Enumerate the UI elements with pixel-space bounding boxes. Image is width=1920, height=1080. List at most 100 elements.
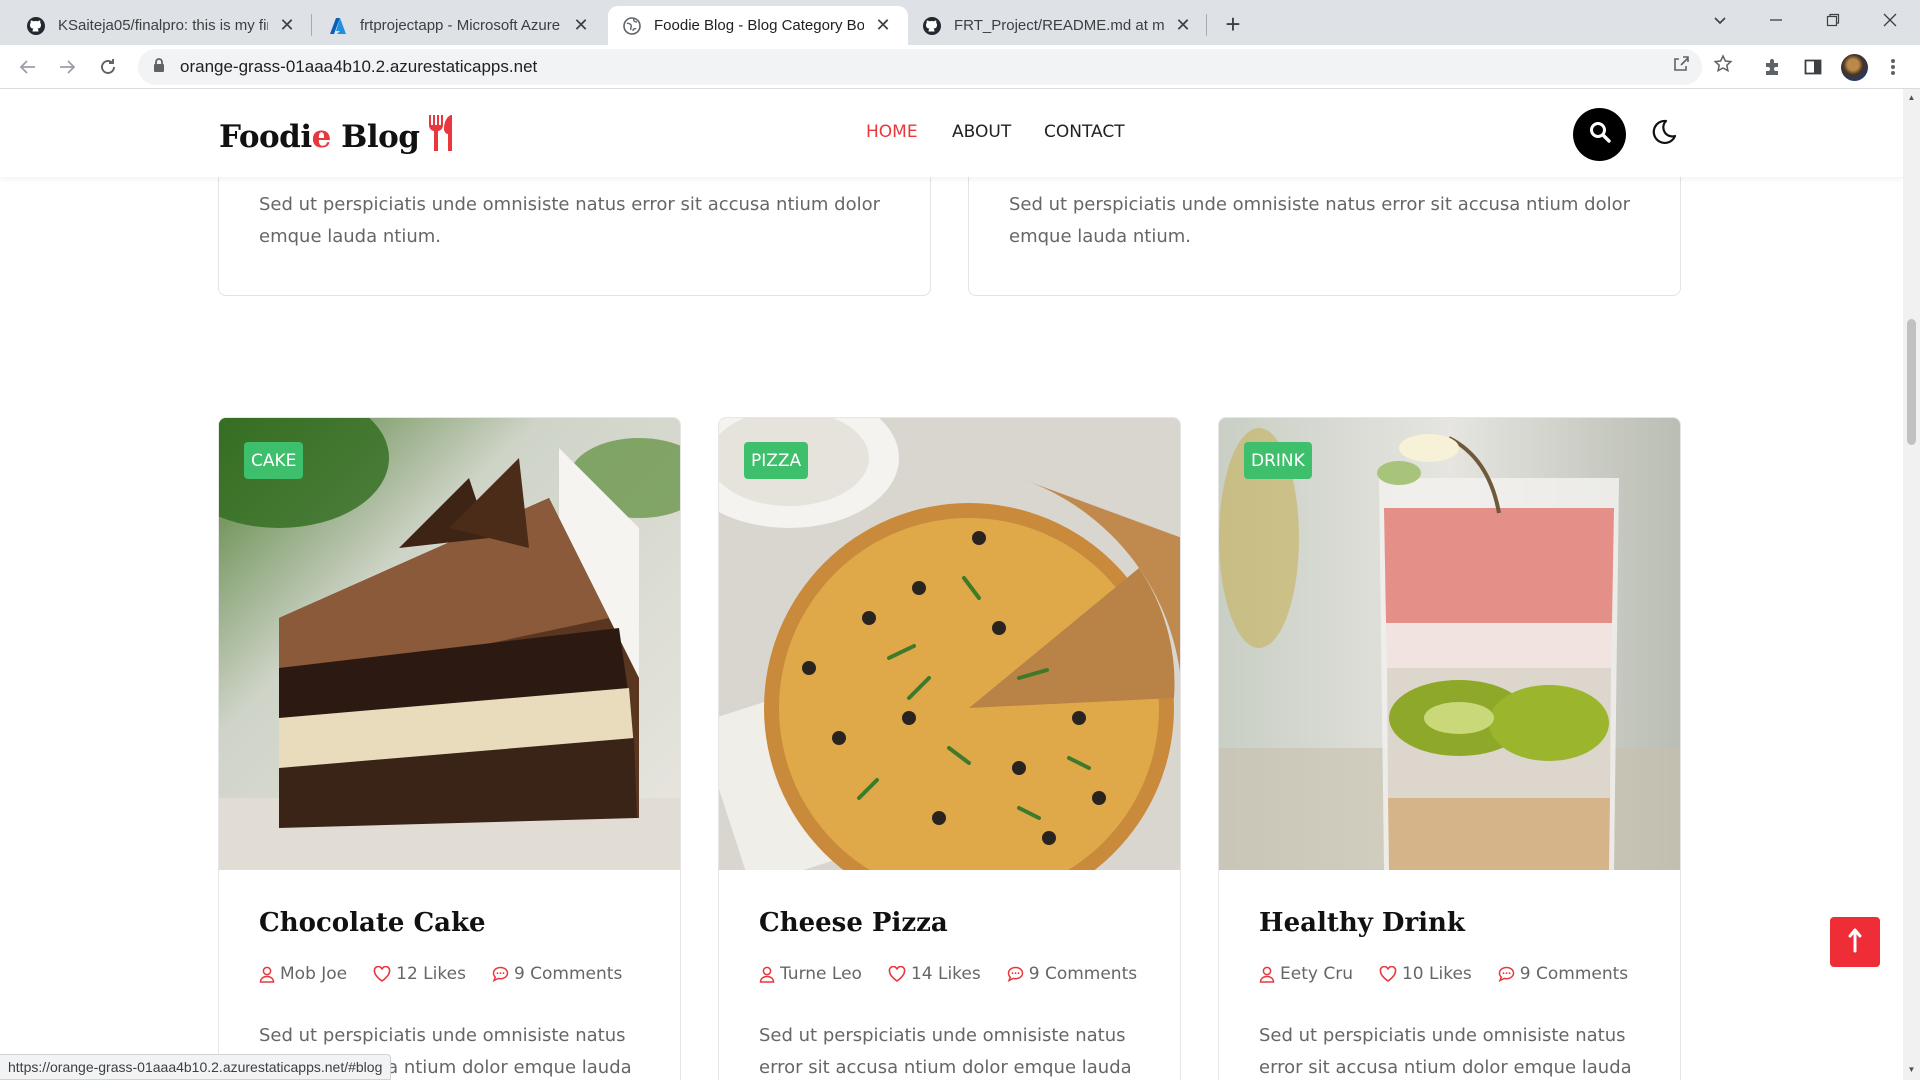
url-text: orange-grass-01aaa4b10.2.azurestaticapps… [180,57,538,76]
post-meta: Mob Joe 12 Likes 9 Comments [259,964,648,984]
tab-search-chevron-icon[interactable] [1692,0,1748,40]
heart-icon [888,966,906,982]
site-header: Foodi e Blog HOME ABOUT CONTACT [0,89,1903,177]
likes-count: 14 Likes [910,964,981,984]
nav-about[interactable]: ABOUT [952,122,1011,142]
close-window-icon[interactable] [1862,0,1918,40]
post-excerpt: Sed ut perspiciatis unde omnisiste natus… [1259,1025,1632,1078]
github-icon [26,16,46,36]
post-comments[interactable]: 9 Comments [1498,964,1628,984]
category-badge[interactable]: PIZZA [744,442,809,479]
heart-icon [1379,966,1397,982]
browser-tab-4[interactable]: FRT_Project/README.md at mast ✕ [908,6,1208,45]
restore-icon[interactable] [1805,0,1861,40]
browser-tab-3[interactable]: Foodie Blog - Blog Category Boo ✕ [608,6,908,45]
post-image-pizza[interactable] [719,418,1180,870]
post-author[interactable]: Eety Cru [1259,964,1353,984]
post-author[interactable]: Turne Leo [759,964,862,984]
fork-knife-icon [423,113,461,161]
post-card-chocolate-cake[interactable]: CAKE Chocolate Cake Mob Joe 12 Likes 9 C… [218,417,681,1080]
back-arrow-icon[interactable] [12,51,44,83]
dark-mode-toggle[interactable] [1648,118,1680,150]
post-comments[interactable]: 9 Comments [1007,964,1137,984]
category-badge[interactable]: DRINK [1244,442,1312,479]
scroll-up-arrow-icon[interactable]: ▲ [1907,93,1916,102]
tab-title: frtprojectapp - Microsoft Azure [360,17,561,34]
user-icon [759,966,775,983]
post-card-healthy-drink[interactable]: DRINK Healthy Drink Eety Cru 10 Likes 9 … [1218,417,1681,1080]
globe-icon [622,16,642,36]
more-menu-icon[interactable] [1881,55,1905,79]
comments-count: 9 Comments [1028,964,1138,984]
new-tab-icon[interactable]: + [1218,9,1248,39]
link-status-bar: https://orange-grass-01aaa4b10.2.azurest… [0,1054,392,1080]
post-excerpt: Sed ut perspiciatis unde omnisiste natus… [1009,194,1631,247]
post-likes[interactable]: 10 Likes [1379,964,1472,984]
post-title[interactable]: Cheese Pizza [759,908,948,938]
comment-icon [492,966,509,982]
tab-divider [1206,14,1207,36]
address-bar[interactable]: orange-grass-01aaa4b10.2.azurestaticapps… [138,49,1702,85]
lock-icon[interactable] [152,57,166,78]
back-to-top-button[interactable] [1830,917,1880,967]
moon-icon [1650,118,1678,151]
extensions-puzzle-icon[interactable] [1761,55,1785,79]
close-icon[interactable]: ✕ [1172,15,1194,37]
side-panel-icon[interactable] [1801,55,1825,79]
author-name: Eety Cru [1280,964,1353,984]
minimize-icon[interactable] [1748,0,1804,40]
likes-count: 10 Likes [1401,964,1472,984]
browser-tab-2[interactable]: frtprojectapp - Microsoft Azure ✕ [314,6,606,45]
logo-text-rest: Blog [330,119,420,155]
post-image-cake[interactable] [219,418,680,870]
post-card-cheese-pizza[interactable]: PIZZA Cheese Pizza Turne Leo 14 Likes 9 … [718,417,1181,1080]
category-badge[interactable]: CAKE [244,442,304,479]
profile-avatar[interactable] [1841,54,1868,81]
post-excerpt: Sed ut perspiciatis unde omnisiste natus… [759,1025,1132,1078]
comments-count: 9 Comments [1519,964,1629,984]
author-name: Mob Joe [280,964,348,984]
bookmark-star-icon[interactable] [1713,54,1733,74]
comments-count: 9 Comments [513,964,623,984]
tab-title: FRT_Project/README.md at mast [954,17,1164,34]
scrollbar-thumb[interactable] [1907,319,1916,445]
post-title[interactable]: Healthy Drink [1259,908,1465,938]
user-icon [1259,966,1275,983]
post-likes[interactable]: 12 Likes [373,964,466,984]
reload-icon[interactable] [92,51,124,83]
logo-text: Foodi [219,119,312,155]
tab-title: Foodie Blog - Blog Category Boo [654,17,864,34]
post-meta: Turne Leo 14 Likes 9 Comments [759,964,1163,984]
search-button[interactable] [1573,108,1626,161]
search-icon [1588,120,1612,149]
scroll-down-arrow-icon[interactable]: ▼ [1907,1065,1916,1074]
post-likes[interactable]: 14 Likes [888,964,981,984]
author-name: Turne Leo [780,964,862,984]
close-icon[interactable]: ✕ [872,15,894,37]
heart-icon [373,966,391,982]
post-image-drink[interactable] [1219,418,1680,870]
post-author[interactable]: Mob Joe [259,964,347,984]
post-comments[interactable]: 9 Comments [492,964,622,984]
tab-title: KSaiteja05/finalpro: this is my fin [58,17,268,34]
user-icon [259,966,275,983]
comment-icon [1498,966,1515,982]
close-icon[interactable]: ✕ [570,15,592,37]
page-scrollbar[interactable]: ▲ ▼ [1903,89,1920,1080]
github-icon [922,16,942,36]
share-icon[interactable] [1671,54,1691,74]
browser-toolbar: orange-grass-01aaa4b10.2.azurestaticapps… [0,45,1920,89]
tab-divider [311,14,312,36]
comment-icon [1007,966,1023,982]
likes-count: 12 Likes [396,964,466,984]
browser-tab-1[interactable]: KSaiteja05/finalpro: this is my fin ✕ [12,6,312,45]
nav-contact[interactable]: CONTACT [1044,122,1125,142]
post-title[interactable]: Chocolate Cake [259,908,486,938]
nav-home[interactable]: HOME [866,122,918,142]
azure-icon [328,16,348,36]
forward-arrow-icon[interactable] [51,51,83,83]
site-logo[interactable]: Foodi e Blog [219,113,461,161]
post-excerpt: Sed ut perspiciatis unde omnisiste natus… [259,194,881,247]
close-icon[interactable]: ✕ [276,15,298,37]
tab-strip: KSaiteja05/finalpro: this is my fin ✕ fr… [0,0,1920,45]
